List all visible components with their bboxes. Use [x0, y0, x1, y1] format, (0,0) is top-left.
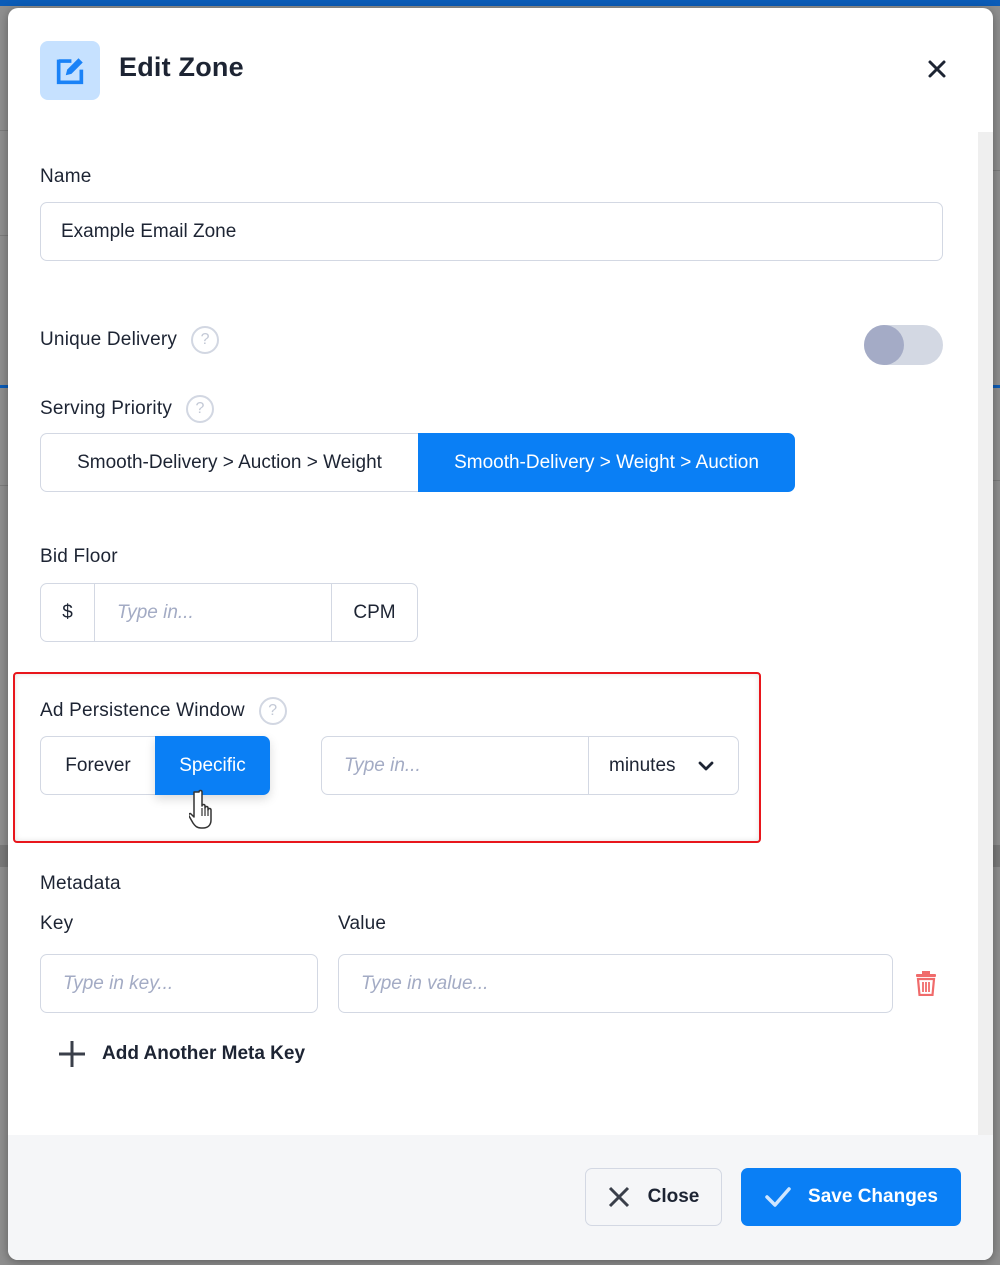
plus-icon: [59, 1041, 85, 1067]
modal-footer: Close Save Changes: [8, 1135, 993, 1260]
toggle-knob: [864, 325, 904, 365]
bid-floor-group: $ Type in... CPM: [40, 583, 418, 642]
backdrop-divider: [0, 130, 8, 131]
cpm-suffix: CPM: [331, 584, 417, 641]
delete-metadata-button[interactable]: [915, 970, 939, 998]
serving-priority-option-weight-auction[interactable]: Smooth-Delivery > Weight > Auction: [418, 433, 795, 492]
serving-priority-row: Serving Priority ?: [40, 395, 215, 423]
unique-delivery-toggle[interactable]: [864, 325, 943, 365]
backdrop-band: [0, 845, 8, 867]
backdrop-band: [993, 845, 1000, 867]
metadata-key-input[interactable]: Type in key...: [40, 954, 318, 1013]
backdrop-accent-bar: [993, 385, 1000, 388]
currency-prefix: $: [41, 584, 95, 641]
help-icon[interactable]: ?: [258, 697, 287, 725]
add-meta-key-label: Add Another Meta Key: [102, 1043, 306, 1064]
metadata-value-label: Value: [338, 913, 387, 934]
serving-priority-option-auction-weight[interactable]: Smooth-Delivery > Auction > Weight: [40, 433, 418, 492]
persistence-option-specific[interactable]: Specific: [155, 736, 270, 795]
persistence-unit-value: minutes: [609, 754, 676, 776]
close-button-label: Close: [647, 1186, 700, 1207]
name-input[interactable]: Example Email Zone: [40, 202, 943, 261]
unique-delivery-label: Unique Delivery: [40, 329, 178, 350]
bid-floor-label: Bid Floor: [40, 546, 118, 567]
metadata-label: Metadata: [40, 873, 121, 894]
check-icon: [765, 1187, 791, 1207]
backdrop-divider: [0, 485, 8, 486]
serving-priority-segmented: Smooth-Delivery > Auction > Weight Smoot…: [40, 433, 795, 492]
bid-floor-placeholder: Type in...: [117, 601, 194, 623]
metadata-value-placeholder: Type in value...: [361, 972, 489, 994]
bid-floor-input[interactable]: Type in...: [95, 584, 331, 641]
help-icon[interactable]: ?: [186, 395, 215, 423]
persistence-duration-input[interactable]: Type in...: [322, 737, 588, 794]
edit-zone-modal: Edit Zone Name Example Email Zone Unique…: [8, 8, 993, 1260]
ad-persistence-row: Ad Persistence Window ?: [40, 697, 287, 725]
backdrop-divider: [993, 170, 1000, 171]
unique-delivery-row: Unique Delivery ?: [40, 326, 220, 354]
name-label: Name: [40, 166, 92, 187]
persistence-placeholder: Type in...: [344, 754, 421, 776]
page-top-bar: [0, 0, 1000, 6]
serving-priority-label: Serving Priority: [40, 398, 173, 419]
persistence-option-forever[interactable]: Forever: [40, 736, 155, 795]
backdrop-divider: [0, 235, 8, 236]
metadata-key-label: Key: [40, 913, 74, 934]
name-value: Example Email Zone: [61, 220, 237, 242]
ad-persistence-label: Ad Persistence Window: [40, 700, 245, 721]
ad-persistence-segmented: Forever Specific: [40, 736, 270, 795]
backdrop-accent-bar: [0, 385, 8, 388]
close-button[interactable]: Close: [585, 1168, 722, 1226]
add-meta-key-button[interactable]: Add Another Meta Key: [58, 1040, 305, 1068]
metadata-value-input[interactable]: Type in value...: [338, 954, 893, 1013]
metadata-key-placeholder: Type in key...: [63, 972, 174, 994]
scrollbar[interactable]: [978, 132, 993, 1135]
chevron-down-icon: [698, 761, 713, 770]
close-icon: [608, 1186, 629, 1208]
backdrop-divider: [993, 480, 1000, 481]
modal-header: Edit Zone: [8, 8, 993, 133]
edit-square-icon: [40, 41, 100, 100]
trash-icon: [916, 971, 936, 997]
help-icon[interactable]: ?: [191, 326, 220, 354]
save-changes-label: Save Changes: [808, 1186, 938, 1207]
modal-title: Edit Zone: [119, 52, 244, 82]
persistence-duration-group: Type in... minutes: [321, 736, 739, 795]
persistence-unit-select[interactable]: minutes: [588, 737, 738, 794]
close-icon[interactable]: [925, 57, 949, 81]
save-changes-button[interactable]: Save Changes: [741, 1168, 961, 1226]
